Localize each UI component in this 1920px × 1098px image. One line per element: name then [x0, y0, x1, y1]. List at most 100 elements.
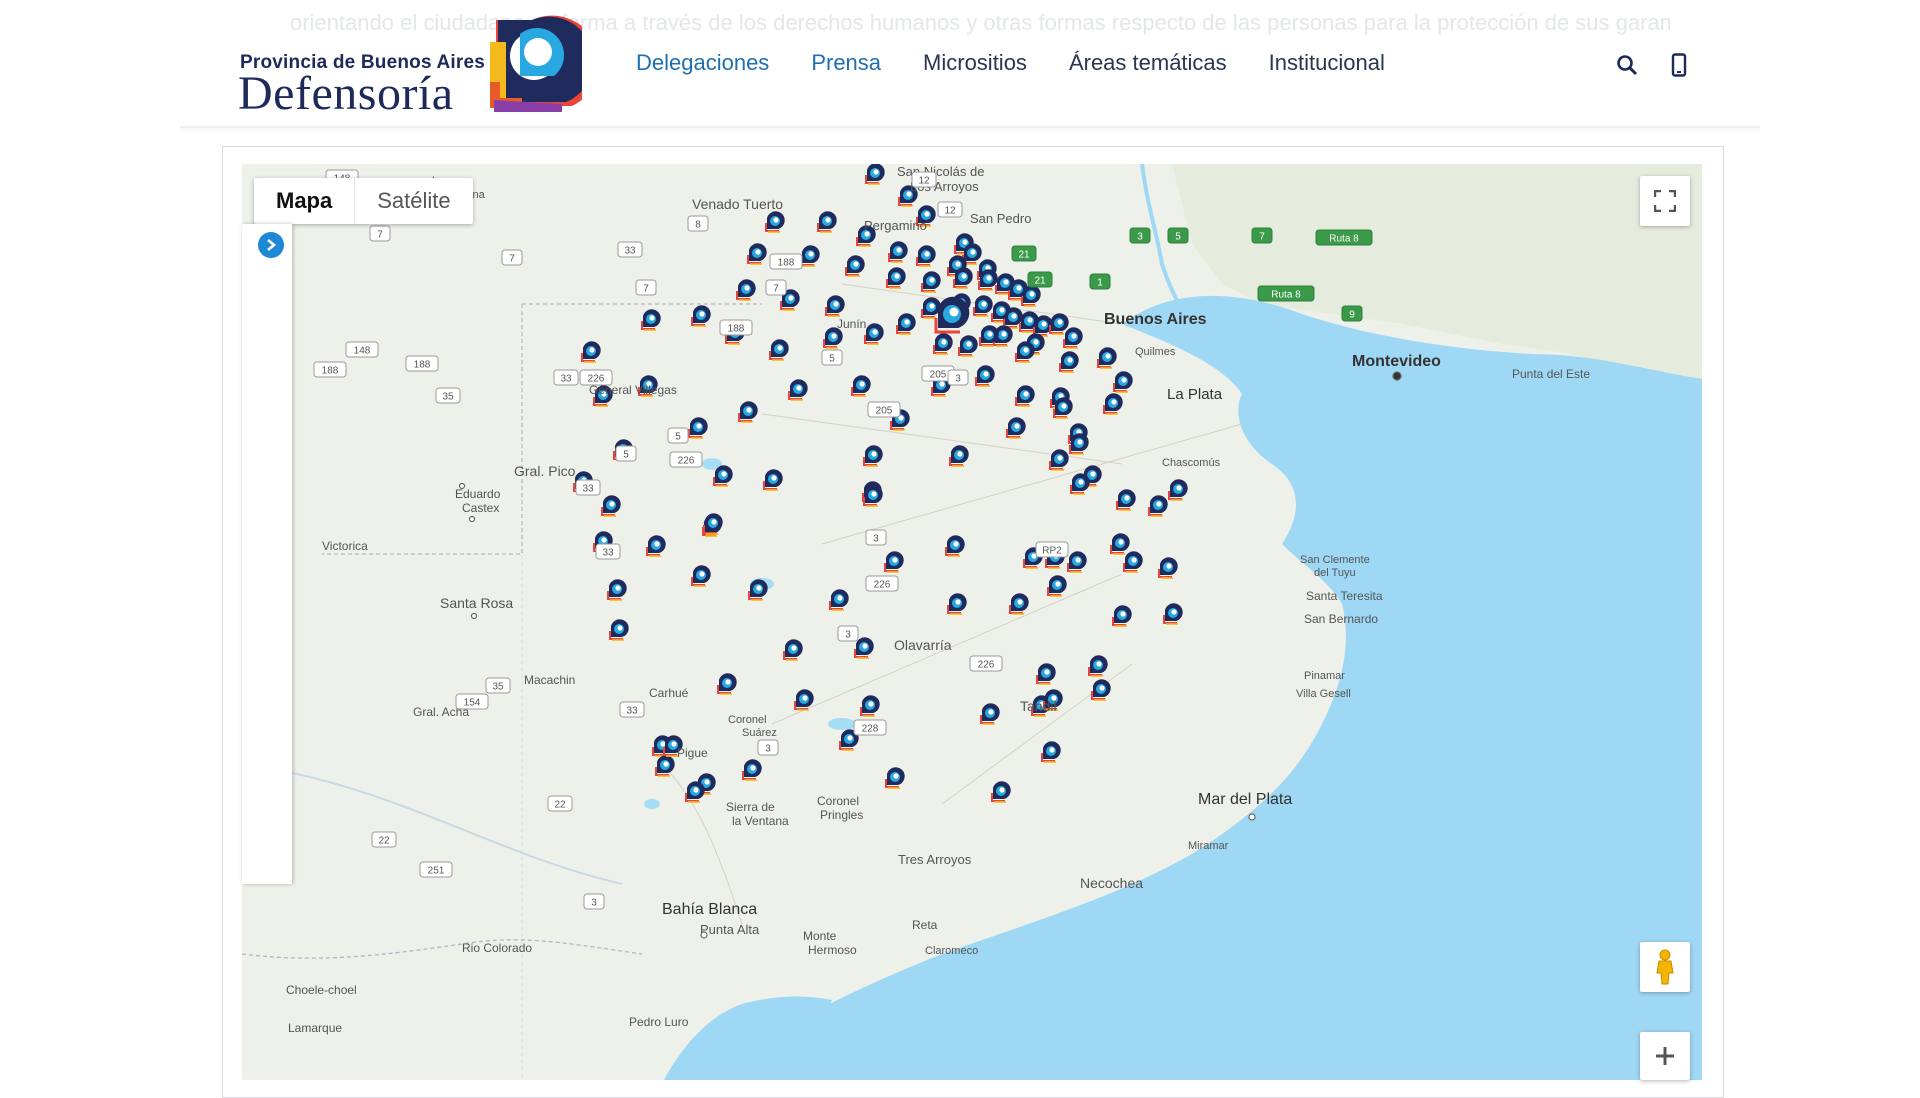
route-shield: 226	[865, 575, 899, 592]
route-shield-label: 226	[588, 374, 605, 385]
route-shield: 3	[865, 529, 887, 546]
route-shield-label: 188	[728, 324, 745, 335]
route-shield: 35	[485, 677, 511, 694]
place-label: Punta Alta	[700, 922, 760, 937]
route-shield: 7	[369, 225, 391, 242]
route-shield-label: 35	[442, 392, 454, 403]
nav-micrositios[interactable]: Micrositios	[923, 50, 1027, 76]
route-shield-label: 228	[862, 724, 879, 735]
route-shield: 21	[1027, 271, 1053, 288]
route-shield: 5	[615, 445, 637, 462]
place-label: Olavarría	[894, 637, 952, 653]
place-label: Sierra de	[726, 800, 775, 814]
route-shield: 188	[769, 253, 803, 270]
route-shield: 226	[669, 451, 703, 468]
route-shield: 5	[667, 427, 689, 444]
route-shield: 226	[579, 369, 613, 386]
defensoria-logo-icon	[490, 15, 582, 112]
place-label: San Clemente	[1300, 554, 1370, 566]
route-shield: 188	[405, 355, 439, 372]
delegations-map[interactable]: San Nicolás de Los Arroyos Venado Tuerto…	[242, 164, 1702, 1080]
route-shield-label: 3	[765, 744, 771, 755]
route-shield-label: Ruta 8	[1329, 234, 1359, 245]
mobile-phone-icon[interactable]	[1664, 50, 1694, 80]
route-shield-label: 33	[624, 246, 636, 257]
route-shield: 33	[617, 241, 643, 258]
nav-institucional[interactable]: Institucional	[1269, 50, 1385, 76]
route-shield: 33	[553, 369, 579, 386]
place-label: Tres Arroyos	[898, 852, 972, 867]
place-label: Santa Teresita	[1306, 589, 1383, 603]
route-shield: 226	[969, 655, 1003, 672]
route-shield: 5	[821, 349, 843, 366]
place-label: Miramar	[1188, 840, 1229, 852]
fullscreen-icon[interactable]	[1640, 176, 1690, 226]
route-shield: 8	[687, 215, 709, 232]
brand-logo[interactable]: Provincia de Buenos Aires Defensoría	[238, 12, 582, 120]
route-shield-label: 5	[829, 354, 835, 365]
route-shield-label: 33	[582, 484, 594, 495]
nav-prensa[interactable]: Prensa	[811, 50, 881, 76]
place-label: Pigue	[677, 746, 708, 760]
route-shield-label: 226	[678, 456, 695, 467]
route-shield: 22	[371, 831, 397, 848]
place-label: Macachin	[524, 673, 575, 687]
pegman-icon[interactable]	[1640, 942, 1690, 992]
map-type-mapa[interactable]: Mapa	[254, 178, 354, 224]
route-shield: 7	[765, 279, 787, 296]
route-shield: 5	[1167, 227, 1189, 244]
delegations-side-panel[interactable]	[242, 224, 292, 884]
place-label: Chascomús	[1162, 457, 1221, 469]
route-shield: 154	[455, 693, 489, 710]
place-label: Suárez	[742, 727, 777, 739]
place-label: Pedro Luro	[629, 1015, 689, 1029]
place-label: Pergamino	[864, 218, 927, 233]
place-label: Buenos Aires	[1104, 311, 1207, 328]
route-shield-label: 3	[873, 534, 879, 545]
route-shield: 188	[313, 361, 347, 378]
place-label: San Bernardo	[1304, 612, 1378, 626]
route-shield-label: 3	[1137, 232, 1143, 243]
zoom-in-icon[interactable]	[1640, 1032, 1690, 1080]
route-shield-label: 22	[554, 800, 566, 811]
route-shield-label: 33	[560, 374, 572, 385]
route-shield: 3	[583, 893, 605, 910]
place-label: Venado Tuerto	[692, 196, 783, 212]
route-shield: 9	[1341, 305, 1363, 322]
place-label: Victorica	[322, 539, 368, 553]
place-label: Coronel	[728, 714, 767, 726]
route-shield-label: 8	[695, 220, 701, 231]
route-shield: RP2	[1035, 541, 1069, 558]
route-shield: 33	[595, 543, 621, 560]
route-shield: 7	[635, 279, 657, 296]
place-label: San Pedro	[970, 211, 1031, 226]
route-shield: 33	[575, 479, 601, 496]
route-shield: Ruta 8	[1315, 229, 1373, 246]
route-shield: 35	[435, 387, 461, 404]
route-shield-label: 205	[930, 370, 947, 381]
route-shield-label: 5	[623, 450, 629, 461]
panel-toggle-icon[interactable]	[258, 232, 284, 258]
place-label: Quilmes	[1135, 346, 1176, 358]
route-shield: 3	[1129, 227, 1151, 244]
place-label: Tandil	[1020, 698, 1057, 714]
nav-delegaciones[interactable]: Delegaciones	[636, 50, 769, 76]
route-shield: 33	[619, 701, 645, 718]
place-label: Rio Colorado	[462, 941, 532, 955]
route-shield-label: RP2	[1042, 546, 1062, 557]
place-label: Eduardo	[455, 487, 501, 501]
route-shield-label: 35	[492, 682, 504, 693]
map-type-control: Mapa Satélite	[254, 178, 473, 224]
place-label: San Nicolás de	[897, 164, 984, 179]
route-shield-label: 5	[675, 432, 681, 443]
map-type-satelite[interactable]: Satélite	[354, 178, 472, 224]
route-shield: 228	[853, 719, 887, 736]
place-label: Carhué	[649, 686, 689, 700]
nav-areas-tematicas[interactable]: Áreas temáticas	[1069, 50, 1227, 76]
place-label: la Ventana	[732, 814, 789, 828]
map-canvas: San Nicolás de Los Arroyos Venado Tuerto…	[242, 164, 1702, 1080]
place-label: del Tuyu	[1314, 567, 1356, 579]
place-label: Montevideo	[1352, 353, 1441, 370]
route-shield-label: 12	[918, 176, 930, 187]
search-icon[interactable]	[1612, 50, 1642, 80]
